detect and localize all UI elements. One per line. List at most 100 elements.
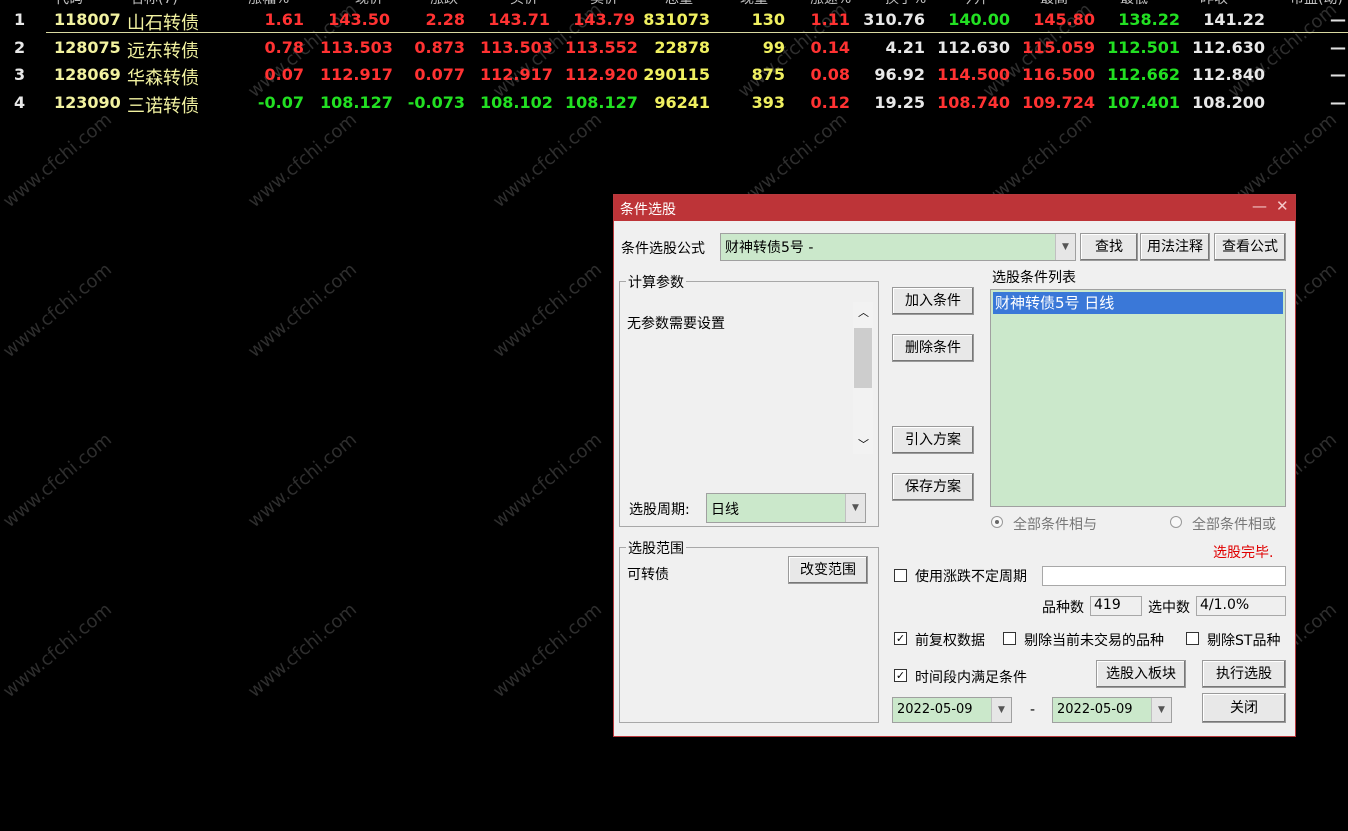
cell-pct: 0.07 bbox=[264, 65, 304, 84]
range-group-label: 选股范围 bbox=[626, 538, 686, 558]
radio-all-and[interactable] bbox=[991, 516, 1003, 528]
find-button[interactable]: 查找 bbox=[1080, 233, 1138, 261]
formula-label: 条件选股公式 bbox=[621, 241, 705, 257]
change-range-button[interactable]: 改变范围 bbox=[788, 556, 868, 584]
table-row[interactable]: 1 118007 山石转债 1.61 143.50 2.28 143.71 143.79 831… bbox=[0, 7, 1348, 34]
cell-name: 三诺转债 bbox=[127, 95, 199, 117]
radio-all-or[interactable] bbox=[1170, 516, 1182, 528]
cell-turn: 19.25 bbox=[874, 92, 925, 112]
cell-idx: 4 bbox=[14, 92, 26, 112]
watermark-text: www.cfchi.com bbox=[0, 429, 116, 532]
cell-low: 112.501 bbox=[1107, 37, 1180, 57]
execute-button[interactable]: 执行选股 bbox=[1202, 660, 1286, 688]
cell-cur: 130 bbox=[751, 10, 785, 29]
save-scheme-button[interactable]: 保存方案 bbox=[892, 473, 974, 501]
params-scrollbar[interactable]: ︿ ﹀ bbox=[853, 302, 873, 454]
cell-chg: 0.873 bbox=[414, 37, 465, 57]
period-select[interactable]: 日线 ▼ bbox=[706, 493, 866, 523]
remove-st-label: 剔除ST品种 bbox=[1207, 633, 1281, 649]
cell-vol: 831073 bbox=[643, 10, 710, 29]
cell-bid: 143.71 bbox=[488, 10, 550, 29]
cell-low: 138.22 bbox=[1118, 10, 1180, 29]
date-separator: - bbox=[1030, 702, 1036, 718]
delete-condition-button[interactable]: 删除条件 bbox=[892, 334, 974, 362]
watermark-text: www.cfchi.com bbox=[244, 599, 361, 702]
cell-bid: 108.102 bbox=[480, 92, 553, 112]
chevron-down-icon[interactable]: ▼ bbox=[991, 698, 1011, 722]
add-condition-button[interactable]: 加入条件 bbox=[892, 287, 974, 315]
selected-count-label: 选中数 bbox=[1148, 600, 1190, 616]
remove-untraded-label: 剔除当前未交易的品种 bbox=[1024, 633, 1164, 649]
time-range-checkbox[interactable]: ✓ bbox=[894, 669, 907, 682]
cell-idx: 1 bbox=[14, 10, 26, 29]
cell-chg: -0.073 bbox=[407, 92, 465, 112]
date-to-value: 2022-05-09 bbox=[1057, 702, 1133, 717]
chevron-down-icon[interactable]: ▼ bbox=[1055, 234, 1075, 260]
usage-notes-button[interactable]: 用法注释 bbox=[1140, 233, 1210, 261]
formula-value: 财神转债5号 - bbox=[725, 240, 814, 256]
import-scheme-button[interactable]: 引入方案 bbox=[892, 426, 974, 454]
date-to-select[interactable]: 2022-05-09 ▼ bbox=[1052, 697, 1172, 723]
cell-prev: 112.840 bbox=[1192, 65, 1265, 84]
radio-all-and-label: 全部条件相与 bbox=[1013, 517, 1097, 533]
close-button[interactable]: 关闭 bbox=[1202, 693, 1286, 723]
radio-all-or-label: 全部条件相或 bbox=[1192, 517, 1276, 533]
cell-idx: 3 bbox=[14, 65, 26, 84]
table-row[interactable]: 2 128075 远东转债 0.78 113.503 0.873 113.503 113.55… bbox=[0, 35, 1348, 62]
cell-pct: 1.61 bbox=[264, 10, 304, 29]
minimize-icon[interactable]: — bbox=[1252, 197, 1267, 215]
condition-list[interactable]: 财神转债5号 日线 bbox=[990, 289, 1286, 507]
chevron-down-icon[interactable]: ▼ bbox=[1151, 698, 1171, 722]
add-to-block-button[interactable]: 选股入板块 bbox=[1096, 660, 1186, 688]
range-value: 可转债 bbox=[627, 567, 669, 583]
cell-cur: 875 bbox=[751, 65, 785, 84]
view-formula-button[interactable]: 查看公式 bbox=[1214, 233, 1286, 261]
table-row[interactable]: 3 128069 华森转债 0.07 112.917 0.077 112.917 112.92… bbox=[0, 62, 1348, 89]
date-from-select[interactable]: 2022-05-09 ▼ bbox=[892, 697, 1012, 723]
close-icon[interactable]: ✕ bbox=[1276, 197, 1289, 215]
condition-stock-picker-dialog: 条件选股 — ✕ 条件选股公式 财神转债5号 - ▼ 查找 用法注释 查看公式 … bbox=[613, 194, 1296, 737]
watermark-text: www.cfchi.com bbox=[489, 599, 606, 702]
cell-pe: — bbox=[1330, 37, 1346, 57]
cell-high: 115.059 bbox=[1022, 37, 1095, 57]
cell-code: 118007 bbox=[54, 10, 121, 29]
variable-period-field[interactable] bbox=[1042, 566, 1286, 586]
params-group: 计算参数 无参数需要设置 ︿ ﹀ 选股周期: 日线 ▼ bbox=[619, 272, 879, 527]
watermark-text: www.cfchi.com bbox=[489, 109, 606, 212]
scroll-thumb[interactable] bbox=[854, 328, 872, 388]
condition-list-label: 选股条件列表 bbox=[992, 270, 1076, 286]
remove-untraded-checkbox[interactable] bbox=[1003, 632, 1016, 645]
params-group-label: 计算参数 bbox=[626, 272, 686, 292]
list-item[interactable]: 财神转债5号 日线 bbox=[993, 292, 1283, 314]
cell-open: 114.500 bbox=[937, 65, 1010, 84]
formula-select[interactable]: 财神转债5号 - ▼ bbox=[720, 233, 1076, 261]
cell-price: 108.127 bbox=[320, 92, 393, 112]
chevron-down-icon[interactable]: ▼ bbox=[845, 494, 865, 522]
cell-open: 108.740 bbox=[937, 92, 1010, 112]
cell-name: 远东转债 bbox=[127, 40, 199, 62]
cell-turn: 4.21 bbox=[885, 37, 925, 57]
cell-cur: 99 bbox=[762, 37, 785, 57]
cell-name: 华森转债 bbox=[127, 68, 199, 89]
cell-bid: 112.917 bbox=[480, 65, 553, 84]
cell-code: 123090 bbox=[54, 92, 121, 112]
watermark-text: www.cfchi.com bbox=[0, 599, 116, 702]
use-variable-period-label: 使用涨跌不定周期 bbox=[915, 569, 1027, 585]
cell-speed: 0.08 bbox=[810, 65, 850, 84]
status-text: 选股完毕. bbox=[1213, 545, 1274, 561]
cell-name: 山石转债 bbox=[127, 13, 199, 34]
dialog-title-bar[interactable]: 条件选股 — ✕ bbox=[614, 195, 1295, 221]
chevron-up-icon[interactable]: ︿ bbox=[858, 304, 869, 320]
pre-rights-checkbox[interactable]: ✓ bbox=[894, 632, 907, 645]
cell-chg: 0.077 bbox=[414, 65, 465, 84]
cell-speed: 0.14 bbox=[810, 37, 850, 57]
cell-prev: 108.200 bbox=[1192, 92, 1265, 112]
watermark-text: www.cfchi.com bbox=[244, 429, 361, 532]
chevron-down-icon[interactable]: ﹀ bbox=[858, 436, 869, 452]
use-variable-period-checkbox[interactable] bbox=[894, 569, 907, 582]
cell-turn: 310.76 bbox=[863, 10, 925, 29]
cell-ask: 143.79 bbox=[573, 10, 635, 29]
remove-st-checkbox[interactable] bbox=[1186, 632, 1199, 645]
cell-speed: 1.11 bbox=[810, 10, 850, 29]
table-row[interactable]: 4 123090 三诺转债 -0.07 108.127 -0.073 108.102 108.… bbox=[0, 90, 1348, 117]
